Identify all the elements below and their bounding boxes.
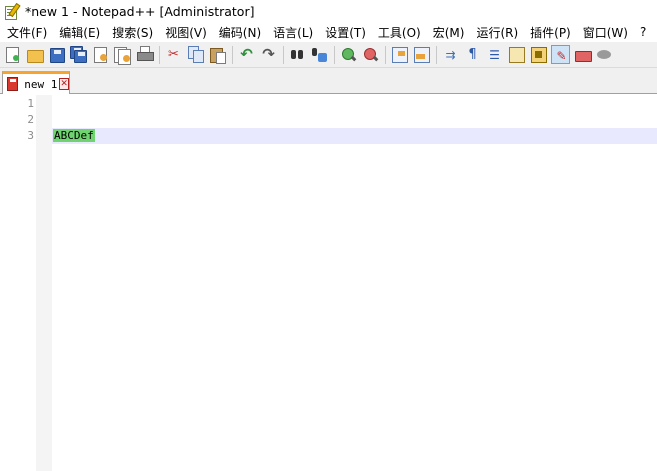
toolbar-separator: [385, 45, 386, 64]
find-icon[interactable]: [288, 45, 307, 64]
menu-macro[interactable]: 宏(M): [427, 24, 471, 41]
sync-horizontal-icon[interactable]: [412, 45, 431, 64]
macro-record-icon[interactable]: [573, 45, 592, 64]
menu-run[interactable]: 运行(R): [470, 24, 524, 41]
copy-icon[interactable]: [186, 45, 205, 64]
close-all-icon[interactable]: [113, 45, 132, 65]
doc-map-icon[interactable]: [507, 45, 526, 64]
sync-vertical-icon[interactable]: [390, 45, 409, 64]
menu-settings[interactable]: 设置(T): [319, 24, 372, 41]
new-file-icon[interactable]: [3, 45, 22, 64]
open-file-icon[interactable]: [25, 45, 44, 64]
editor-area[interactable]: 1 2 3 ABCDef: [0, 95, 657, 471]
tab-close-icon[interactable]: ✕: [59, 78, 69, 90]
undo-icon[interactable]: ↶: [237, 45, 256, 64]
window-title: *new 1 - Notepad++ [Administrator]: [25, 3, 255, 19]
menu-search[interactable]: 搜索(S): [106, 24, 159, 41]
notepad-plus-plus-app-icon: [4, 2, 21, 20]
code-line[interactable]: ABCDef: [53, 128, 95, 144]
fold-margin[interactable]: [36, 95, 52, 471]
toolbar-separator: [232, 45, 233, 64]
menu-window[interactable]: 窗口(W): [577, 24, 634, 41]
line-number: 3: [27, 129, 34, 142]
tab-new-1[interactable]: new 1 ✕: [2, 71, 70, 94]
folder-as-workspace-icon[interactable]: ✎: [551, 45, 570, 64]
word-wrap-icon[interactable]: ⇉: [441, 45, 460, 64]
current-line-highlight: [52, 128, 657, 144]
replace-icon[interactable]: [310, 45, 329, 64]
menu-bar: 文件(F) 编辑(E) 搜索(S) 视图(V) 编码(N) 语言(L) 设置(T…: [0, 22, 657, 42]
unsaved-file-icon: [7, 77, 19, 91]
menu-encoding[interactable]: 编码(N): [213, 24, 267, 41]
menu-plugins[interactable]: 插件(P): [524, 24, 577, 41]
toolbar: ✂ ↶ ↷ ⇉ ¶ ☰ ✎: [0, 42, 657, 68]
line-number: 2: [27, 113, 34, 126]
function-list-icon[interactable]: [529, 45, 548, 64]
menu-tools[interactable]: 工具(O): [372, 24, 427, 41]
document-tab-bar: new 1 ✕: [0, 68, 657, 94]
menu-language[interactable]: 语言(L): [267, 24, 319, 41]
save-all-icon[interactable]: [69, 45, 88, 64]
zoom-out-icon[interactable]: [361, 45, 380, 64]
menu-edit[interactable]: 编辑(E): [53, 24, 106, 41]
toolbar-separator: [283, 45, 284, 64]
menu-help[interactable]: ?: [634, 25, 652, 39]
print-icon[interactable]: [135, 45, 154, 64]
menu-view[interactable]: 视图(V): [159, 24, 213, 41]
save-icon[interactable]: [47, 45, 66, 64]
line-number: 1: [27, 97, 34, 110]
menu-file[interactable]: 文件(F): [0, 24, 53, 41]
paste-icon[interactable]: [208, 45, 227, 64]
show-all-chars-icon[interactable]: ¶: [463, 45, 482, 64]
toolbar-separator: [436, 45, 437, 64]
indent-guide-icon[interactable]: ☰: [485, 45, 504, 64]
zoom-in-icon[interactable]: [339, 45, 358, 64]
selected-text[interactable]: ABCDef: [53, 129, 95, 142]
macro-stop-icon[interactable]: [595, 45, 614, 64]
toolbar-separator: [159, 45, 160, 64]
close-icon[interactable]: [91, 45, 110, 64]
toolbar-separator: [334, 45, 335, 64]
title-bar: *new 1 - Notepad++ [Administrator]: [0, 0, 657, 22]
redo-icon[interactable]: ↷: [259, 45, 278, 64]
cut-icon[interactable]: ✂: [164, 45, 183, 64]
tab-label: new 1: [24, 77, 58, 91]
